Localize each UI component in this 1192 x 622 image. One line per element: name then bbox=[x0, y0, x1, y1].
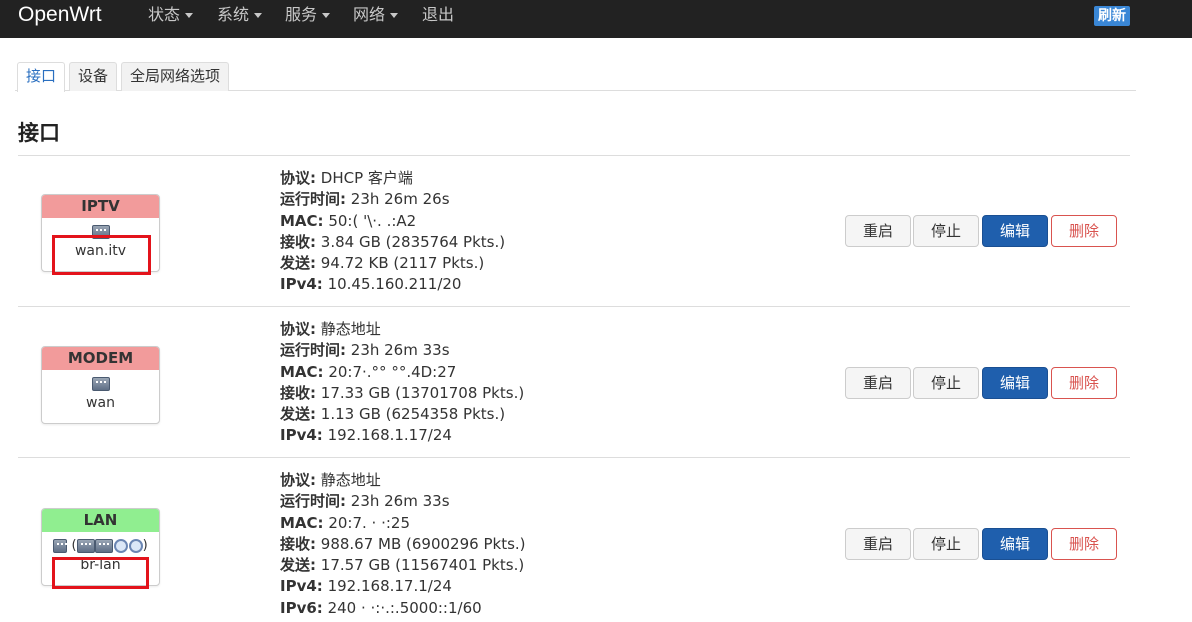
interface-name: MODEM bbox=[42, 347, 159, 370]
delete-button[interactable]: 删除 bbox=[1051, 367, 1117, 399]
nav-menu-label: 服务 bbox=[285, 5, 318, 24]
edit-button[interactable]: 编辑 bbox=[982, 215, 1048, 247]
status-tx: 发送: 94.72 KB (2117 Pkts.) bbox=[280, 254, 485, 273]
restart-button[interactable]: 重启 bbox=[845, 215, 911, 247]
status-rx: 接收: 3.84 GB (2835764 Pkts.) bbox=[280, 232, 506, 251]
nav-menu-label: 状态 bbox=[148, 5, 181, 24]
page-title: 接口 bbox=[18, 121, 60, 145]
edit-button[interactable]: 编辑 bbox=[982, 367, 1048, 399]
status-tx: 发送: 1.13 GB (6254358 Pkts.) bbox=[280, 405, 506, 424]
nav-menu-label: 退出 bbox=[422, 5, 455, 24]
status-protocol: 协议: 静态地址 bbox=[280, 320, 381, 338]
stop-button[interactable]: 停止 bbox=[913, 528, 979, 560]
restart-button[interactable]: 重启 bbox=[845, 528, 911, 560]
nav-menu-status[interactable]: 状态 bbox=[148, 5, 194, 25]
interface-name: IPTV bbox=[42, 195, 159, 218]
divider bbox=[18, 306, 1130, 307]
interface-status-iptv: 协议: DHCP 客户端 运行时间: 23h 26m 26s MAC: 50:(… bbox=[280, 168, 505, 296]
status-rx: 接收: 17.33 GB (13701708 Pkts.) bbox=[280, 383, 525, 402]
tab-devices[interactable]: 设备 bbox=[69, 62, 118, 91]
status-mac: MAC: 20:7. · ·:25 bbox=[280, 513, 410, 532]
brand-logo[interactable]: OpenWrt bbox=[18, 2, 102, 28]
caret-down-icon bbox=[390, 13, 399, 18]
status-protocol: 协议: DHCP 客户端 bbox=[280, 169, 413, 187]
divider bbox=[18, 457, 1130, 458]
status-mac: MAC: 20:7·.°° °°.4D:27 bbox=[280, 362, 457, 381]
status-protocol: 协议: 静态地址 bbox=[280, 471, 381, 489]
tab-bar: 接口 设备 全局网络选项 bbox=[15, 62, 1136, 92]
ethernet-port-icon bbox=[42, 374, 159, 392]
status-uptime: 运行时间: 23h 26m 26s bbox=[280, 190, 450, 209]
nav-menu-label: 网络 bbox=[353, 5, 386, 24]
caret-down-icon bbox=[254, 13, 263, 18]
bridge-ports-icon: () bbox=[42, 536, 159, 554]
interface-badge-modem: MODEM wan bbox=[41, 346, 160, 424]
caret-down-icon bbox=[185, 13, 194, 18]
status-uptime: 运行时间: 23h 26m 33s bbox=[280, 492, 450, 511]
restart-button[interactable]: 重启 bbox=[845, 367, 911, 399]
edit-button[interactable]: 编辑 bbox=[982, 528, 1048, 560]
highlight-box bbox=[52, 235, 151, 275]
interface-status-lan: 协议: 静态地址 运行时间: 23h 26m 33s MAC: 20:7. · … bbox=[280, 470, 526, 619]
delete-button[interactable]: 删除 bbox=[1051, 215, 1117, 247]
status-ipv4: IPv4: 10.45.160.211/20 bbox=[280, 275, 462, 294]
stop-button[interactable]: 停止 bbox=[913, 367, 979, 399]
status-ipv4: IPv4: 192.168.17.1/24 bbox=[280, 577, 452, 596]
interface-device: wan bbox=[86, 395, 115, 411]
interface-status-modem: 协议: 静态地址 运行时间: 23h 26m 33s MAC: 20:7·.°°… bbox=[280, 319, 524, 447]
stop-button[interactable]: 停止 bbox=[913, 215, 979, 247]
status-mac: MAC: 50:( '\·. .:A2 bbox=[280, 211, 417, 230]
interface-name: LAN bbox=[42, 509, 159, 532]
refresh-badge[interactable]: 刷新 bbox=[1094, 6, 1130, 26]
status-uptime: 运行时间: 23h 26m 33s bbox=[280, 341, 450, 360]
nav-menu-network[interactable]: 网络 bbox=[353, 5, 399, 25]
divider bbox=[18, 155, 1130, 156]
caret-down-icon bbox=[322, 13, 331, 18]
delete-button[interactable]: 删除 bbox=[1051, 528, 1117, 560]
highlight-box bbox=[52, 557, 149, 589]
status-ipv4: IPv4: 192.168.1.17/24 bbox=[280, 426, 452, 445]
status-ipv6: IPv6: 240 · ·:·.:.5000::1/60 bbox=[280, 598, 482, 617]
nav-menu-services[interactable]: 服务 bbox=[285, 5, 331, 25]
top-navbar: OpenWrt 状态 系统 服务 网络 退出 刷新 bbox=[0, 0, 1192, 38]
nav-menu-system[interactable]: 系统 bbox=[217, 5, 263, 25]
status-rx: 接收: 988.67 MB (6900296 Pkts.) bbox=[280, 534, 526, 553]
nav-menu-label: 系统 bbox=[217, 5, 250, 24]
tab-global-network-options[interactable]: 全局网络选项 bbox=[121, 62, 230, 91]
tab-interfaces[interactable]: 接口 bbox=[17, 62, 66, 92]
nav-logout[interactable]: 退出 bbox=[422, 5, 454, 25]
status-tx: 发送: 17.57 GB (11567401 Pkts.) bbox=[280, 556, 525, 575]
